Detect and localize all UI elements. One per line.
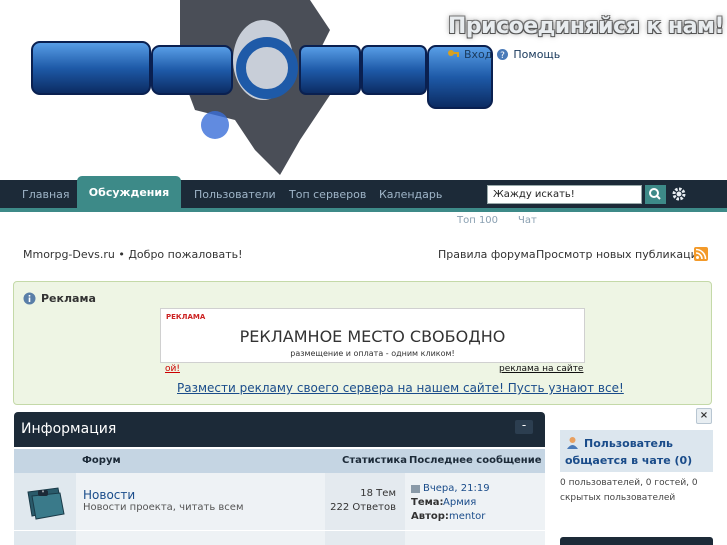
ad-headline: РЕКЛАМНОЕ МЕСТО СВОБОДНО bbox=[239, 327, 506, 346]
ad-oops-link[interactable]: ой! bbox=[165, 364, 180, 374]
new-posts-link[interactable]: Просмотр новых публикаций bbox=[536, 248, 705, 261]
help-link[interactable]: Помощь bbox=[513, 48, 560, 61]
table-row bbox=[14, 531, 545, 545]
subnav-top100[interactable]: Топ 100 bbox=[457, 215, 498, 226]
breadcrumb[interactable]: Mmorpg-Devs.ru • Добро пожаловать! bbox=[23, 248, 243, 261]
site-logo[interactable] bbox=[30, 0, 500, 178]
ad-subline: размещение и оплата - одним кликом! bbox=[290, 349, 455, 358]
goto-last-post-icon[interactable] bbox=[411, 485, 420, 493]
login-link[interactable]: Вход bbox=[464, 48, 492, 61]
search-input[interactable]: Жажду искать! bbox=[487, 185, 642, 204]
ad-banner-logo: РЕКЛАМА bbox=[166, 313, 206, 321]
column-forum: Форум bbox=[82, 455, 121, 466]
forum-read-icon: " bbox=[24, 486, 66, 520]
close-sidebar-button[interactable]: × bbox=[696, 408, 712, 424]
sidebar-block-header bbox=[560, 537, 713, 545]
forum-name-link[interactable]: Новости bbox=[83, 488, 135, 502]
forum-description: Новости проекта, читать всем bbox=[83, 502, 244, 513]
forum-stats-cell bbox=[325, 531, 405, 545]
gear-icon[interactable] bbox=[671, 186, 687, 202]
user-links: Вход ? Помощь bbox=[447, 48, 560, 61]
last-post-author-link[interactable]: mentor bbox=[449, 511, 485, 522]
search-button[interactable] bbox=[645, 185, 666, 204]
info-icon bbox=[23, 292, 36, 305]
help-icon: ? bbox=[496, 48, 509, 61]
key-icon bbox=[447, 48, 460, 61]
chat-stats: 0 пользователей, 0 гостей, 0 скрытых пол… bbox=[560, 478, 698, 503]
nav-discussions[interactable]: Обсуждения bbox=[77, 176, 181, 212]
nav-calendar[interactable]: Календарь bbox=[379, 188, 442, 201]
nav-home[interactable]: Главная bbox=[22, 188, 70, 201]
forum-rules-link[interactable]: Правила форума bbox=[438, 248, 536, 261]
nav-users[interactable]: Пользователи bbox=[194, 188, 276, 201]
column-stats: Статистика bbox=[342, 455, 407, 466]
rss-icon[interactable] bbox=[694, 247, 708, 261]
ad-on-site-link[interactable]: реклама на сайте bbox=[499, 364, 583, 374]
forum-answer-count: 222 Ответов bbox=[330, 502, 396, 513]
ad-cta-link[interactable]: Размести рекламу своего сервера на нашем… bbox=[177, 381, 624, 395]
forum-thread-count: 18 Тем bbox=[360, 488, 396, 499]
last-post-topic-label: Тема: bbox=[411, 497, 444, 508]
last-post-topic-link[interactable]: Армия bbox=[443, 497, 476, 508]
chat-title-link[interactable]: Пользователь общается в чате (0) bbox=[565, 435, 710, 469]
join-us-banner: Присоединяйся к нам! bbox=[448, 14, 725, 39]
svg-text:?: ? bbox=[501, 51, 506, 61]
category-title[interactable]: Информация bbox=[21, 421, 116, 437]
svg-text:": " bbox=[42, 490, 45, 497]
forum-icon-cell bbox=[14, 531, 76, 545]
column-last-post: Последнее сообщение bbox=[409, 455, 542, 466]
last-post-author-label: Автор: bbox=[411, 511, 449, 522]
nav-top-servers[interactable]: Топ серверов bbox=[289, 188, 366, 201]
last-post-date[interactable]: Вчера, 21:19 bbox=[423, 483, 490, 494]
ad-title: Реклама bbox=[41, 292, 96, 305]
collapse-button[interactable]: - bbox=[515, 419, 533, 434]
subnav-chat[interactable]: Чат bbox=[518, 215, 537, 226]
search-icon bbox=[649, 188, 661, 200]
